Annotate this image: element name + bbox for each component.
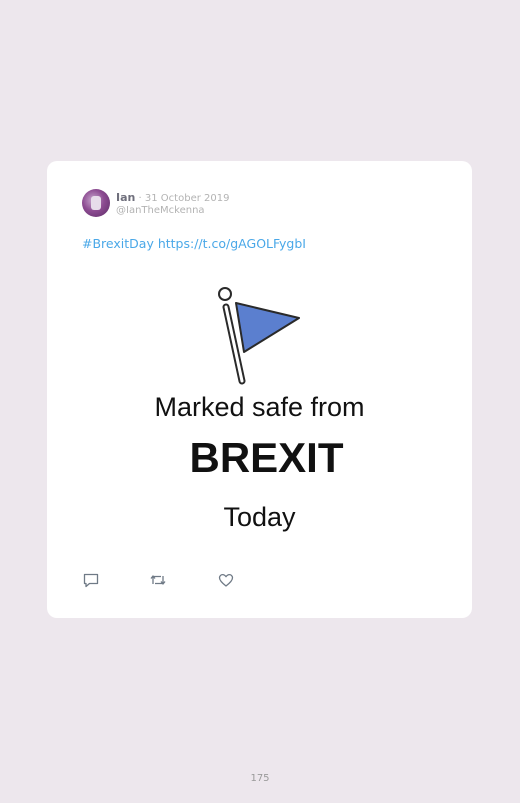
date-separator: · xyxy=(135,193,145,204)
tweet-header: Ian · 31 October 2019 xyxy=(116,191,229,205)
tweet-text: #BrexitDay https://t.co/gAGOLFygbI xyxy=(82,236,306,251)
tweet-media[interactable]: Marked safe from BREXIT Today xyxy=(82,271,437,541)
heart-icon[interactable] xyxy=(217,571,235,589)
tweet-card: Ian · 31 October 2019 @IanTheMckenna #Br… xyxy=(47,161,472,618)
retweet-icon[interactable] xyxy=(149,571,167,589)
hashtag-link[interactable]: #BrexitDay xyxy=(82,236,154,251)
reply-icon[interactable] xyxy=(82,571,100,589)
author-name[interactable]: Ian xyxy=(116,191,135,204)
flag-icon xyxy=(218,287,300,385)
tweet-date[interactable]: 31 October 2019 xyxy=(145,193,230,204)
page-number: 175 xyxy=(250,773,270,784)
media-line-2: BREXIT xyxy=(189,434,344,481)
author-handle[interactable]: @IanTheMckenna xyxy=(116,205,205,217)
media-line-1: Marked safe from xyxy=(154,392,365,422)
url-link[interactable]: https://t.co/gAGOLFygbI xyxy=(158,236,306,251)
media-line-3: Today xyxy=(223,502,296,532)
avatar[interactable] xyxy=(82,189,110,217)
avatar-figure xyxy=(91,196,101,210)
